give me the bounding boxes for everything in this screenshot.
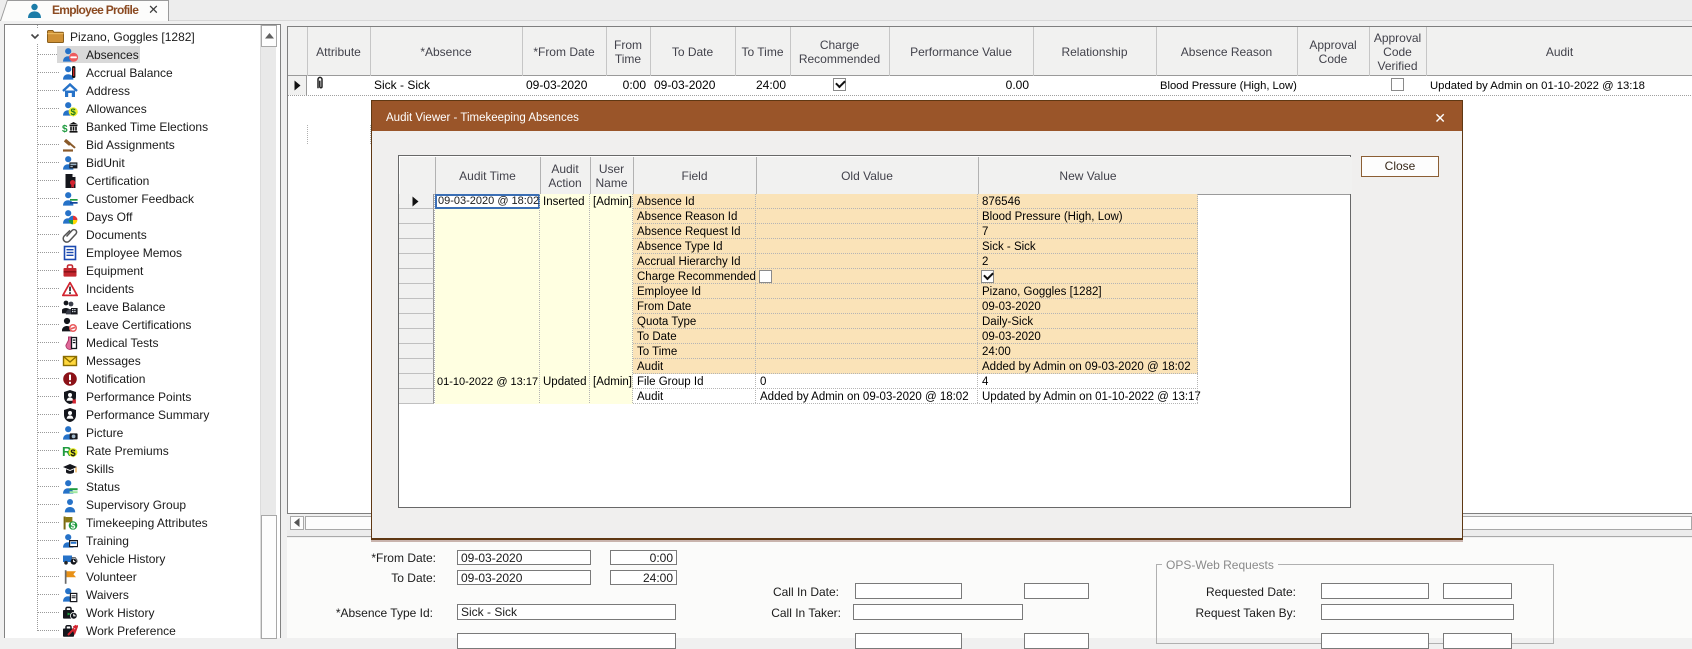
svg-text:$: $: [62, 124, 68, 135]
svg-text:$: $: [70, 448, 76, 459]
svg-text:$: $: [71, 107, 77, 117]
svg-text:$: $: [71, 521, 76, 531]
